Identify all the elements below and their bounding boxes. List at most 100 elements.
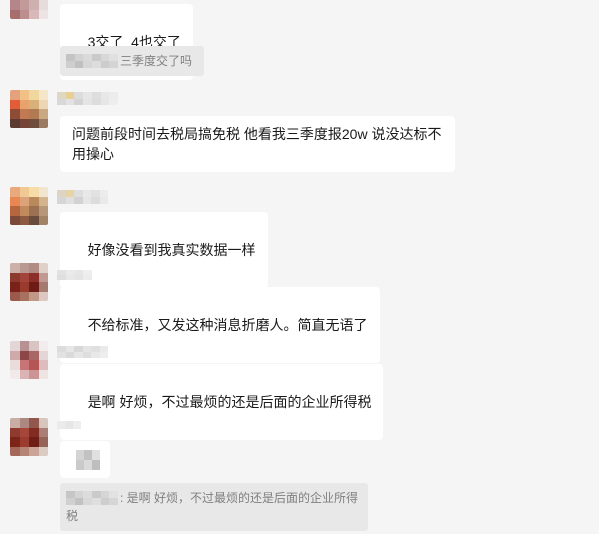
mosaic-pixel <box>10 0 20 10</box>
mosaic-pixel <box>19 109 29 119</box>
mosaic-pixel <box>19 437 29 447</box>
mosaic-pixel <box>92 460 100 470</box>
message-bubble[interactable]: 问题前段时间去税局搞免税 他看我三季度报20w 说没达标不用操心 <box>60 116 455 172</box>
mosaic-pixel <box>57 352 66 358</box>
message-text: 问题前段时间去税局搞免税 他看我三季度报20w 说没达标不用操心 <box>72 126 442 162</box>
mosaic-pixel <box>10 196 20 206</box>
mosaic-pixel <box>10 187 20 197</box>
mosaic-pixel <box>10 350 20 360</box>
avatar[interactable] <box>10 187 48 225</box>
mosaic-pixel <box>19 369 29 379</box>
mosaic-pixel <box>19 90 29 100</box>
mosaic-pixel <box>92 53 101 61</box>
mosaic-pixel <box>38 90 48 100</box>
mosaic-pixel <box>10 99 20 109</box>
mosaic-pixel <box>19 282 29 292</box>
mosaic-pixel <box>19 341 29 351</box>
reply-quote[interactable]: : 是啊 好烦，不过最烦的还是后面的企业所得税 <box>60 483 368 531</box>
mosaic-pixel <box>29 206 39 216</box>
mosaic-pixel <box>109 490 118 498</box>
mosaic-pixel <box>19 291 29 301</box>
mosaic-pixel <box>92 450 100 460</box>
image-message-bubble[interactable] <box>60 441 110 478</box>
mosaic-pixel <box>19 9 29 19</box>
quote-sender-name <box>66 53 118 68</box>
avatar[interactable] <box>10 418 48 456</box>
sender-name <box>57 270 92 280</box>
mosaic-pixel <box>109 98 118 105</box>
mosaic-pixel <box>19 446 29 456</box>
mosaic-pixel <box>74 53 84 61</box>
mosaic-pixel <box>38 350 48 360</box>
mosaic-pixel <box>29 196 39 206</box>
sender-name <box>57 421 81 429</box>
mosaic-pixel <box>10 446 20 456</box>
mosaic-pixel <box>38 427 48 437</box>
sender-name <box>57 92 118 105</box>
mosaic-pixel <box>38 187 48 197</box>
mosaic-pixel <box>109 497 118 505</box>
mosaic-pixel <box>19 360 29 370</box>
mosaic-pixel <box>10 206 20 216</box>
mosaic-pixel <box>57 190 66 197</box>
mosaic-pixel <box>74 60 84 68</box>
mosaic-pixel <box>57 421 65 429</box>
mosaic-pixel <box>10 9 20 19</box>
avatar[interactable] <box>10 263 48 301</box>
mosaic-pixel <box>83 497 92 505</box>
mosaic-pixel <box>99 352 108 358</box>
avatar[interactable] <box>10 90 48 128</box>
mosaic-pixel <box>10 263 20 273</box>
image-thumbnail[interactable] <box>76 450 100 470</box>
mosaic-pixel <box>29 341 39 351</box>
avatar[interactable] <box>10 341 48 379</box>
mosaic-pixel <box>29 437 39 447</box>
mosaic-pixel <box>29 369 39 379</box>
mosaic-pixel <box>83 490 92 498</box>
mosaic-pixel <box>65 352 74 358</box>
mosaic-pixel <box>82 352 91 358</box>
mosaic-pixel <box>10 427 20 437</box>
mosaic-pixel <box>91 197 100 204</box>
mosaic-pixel <box>10 215 20 225</box>
mosaic-pixel <box>10 282 20 292</box>
mosaic-pixel <box>29 418 39 428</box>
chat-message-list[interactable]: 3交了 4也交了 三季度交了吗 问题前段时间去税局搞免税 他看我三季度报20w … <box>0 0 599 534</box>
mosaic-pixel <box>10 90 20 100</box>
mosaic-pixel <box>29 427 39 437</box>
mosaic-pixel <box>38 99 48 109</box>
message-bubble[interactable]: 是啊 好烦，不过最烦的还是后面的企业所得税 <box>60 364 384 440</box>
mosaic-pixel <box>83 60 92 68</box>
mosaic-pixel <box>66 60 75 68</box>
sender-name <box>57 346 108 358</box>
mosaic-pixel <box>19 427 29 437</box>
mosaic-pixel <box>29 118 39 128</box>
mosaic-pixel <box>19 215 29 225</box>
mosaic-pixel <box>65 275 75 280</box>
mosaic-pixel <box>92 60 101 68</box>
mosaic-pixel <box>29 9 39 19</box>
avatar[interactable] <box>10 0 48 19</box>
mosaic-pixel <box>74 490 84 498</box>
mosaic-pixel <box>29 215 39 225</box>
mosaic-pixel <box>38 0 48 10</box>
mosaic-pixel <box>19 196 29 206</box>
mosaic-pixel <box>57 275 66 280</box>
mosaic-pixel <box>83 53 92 61</box>
reply-quote[interactable]: 三季度交了吗 <box>60 46 205 76</box>
mosaic-pixel <box>83 98 92 105</box>
mosaic-pixel <box>10 272 20 282</box>
mosaic-pixel <box>10 360 20 370</box>
mosaic-pixel <box>84 450 92 460</box>
mosaic-pixel <box>100 497 110 505</box>
mosaic-pixel <box>10 418 20 428</box>
mosaic-pixel <box>38 446 48 456</box>
mosaic-pixel <box>10 341 20 351</box>
quote-text: 三季度交了吗 <box>120 54 193 68</box>
mosaic-pixel <box>73 421 81 429</box>
mosaic-pixel <box>99 197 108 204</box>
mosaic-pixel <box>38 263 48 273</box>
mosaic-pixel <box>38 206 48 216</box>
mosaic-pixel <box>57 197 66 204</box>
mosaic-pixel <box>38 437 48 447</box>
